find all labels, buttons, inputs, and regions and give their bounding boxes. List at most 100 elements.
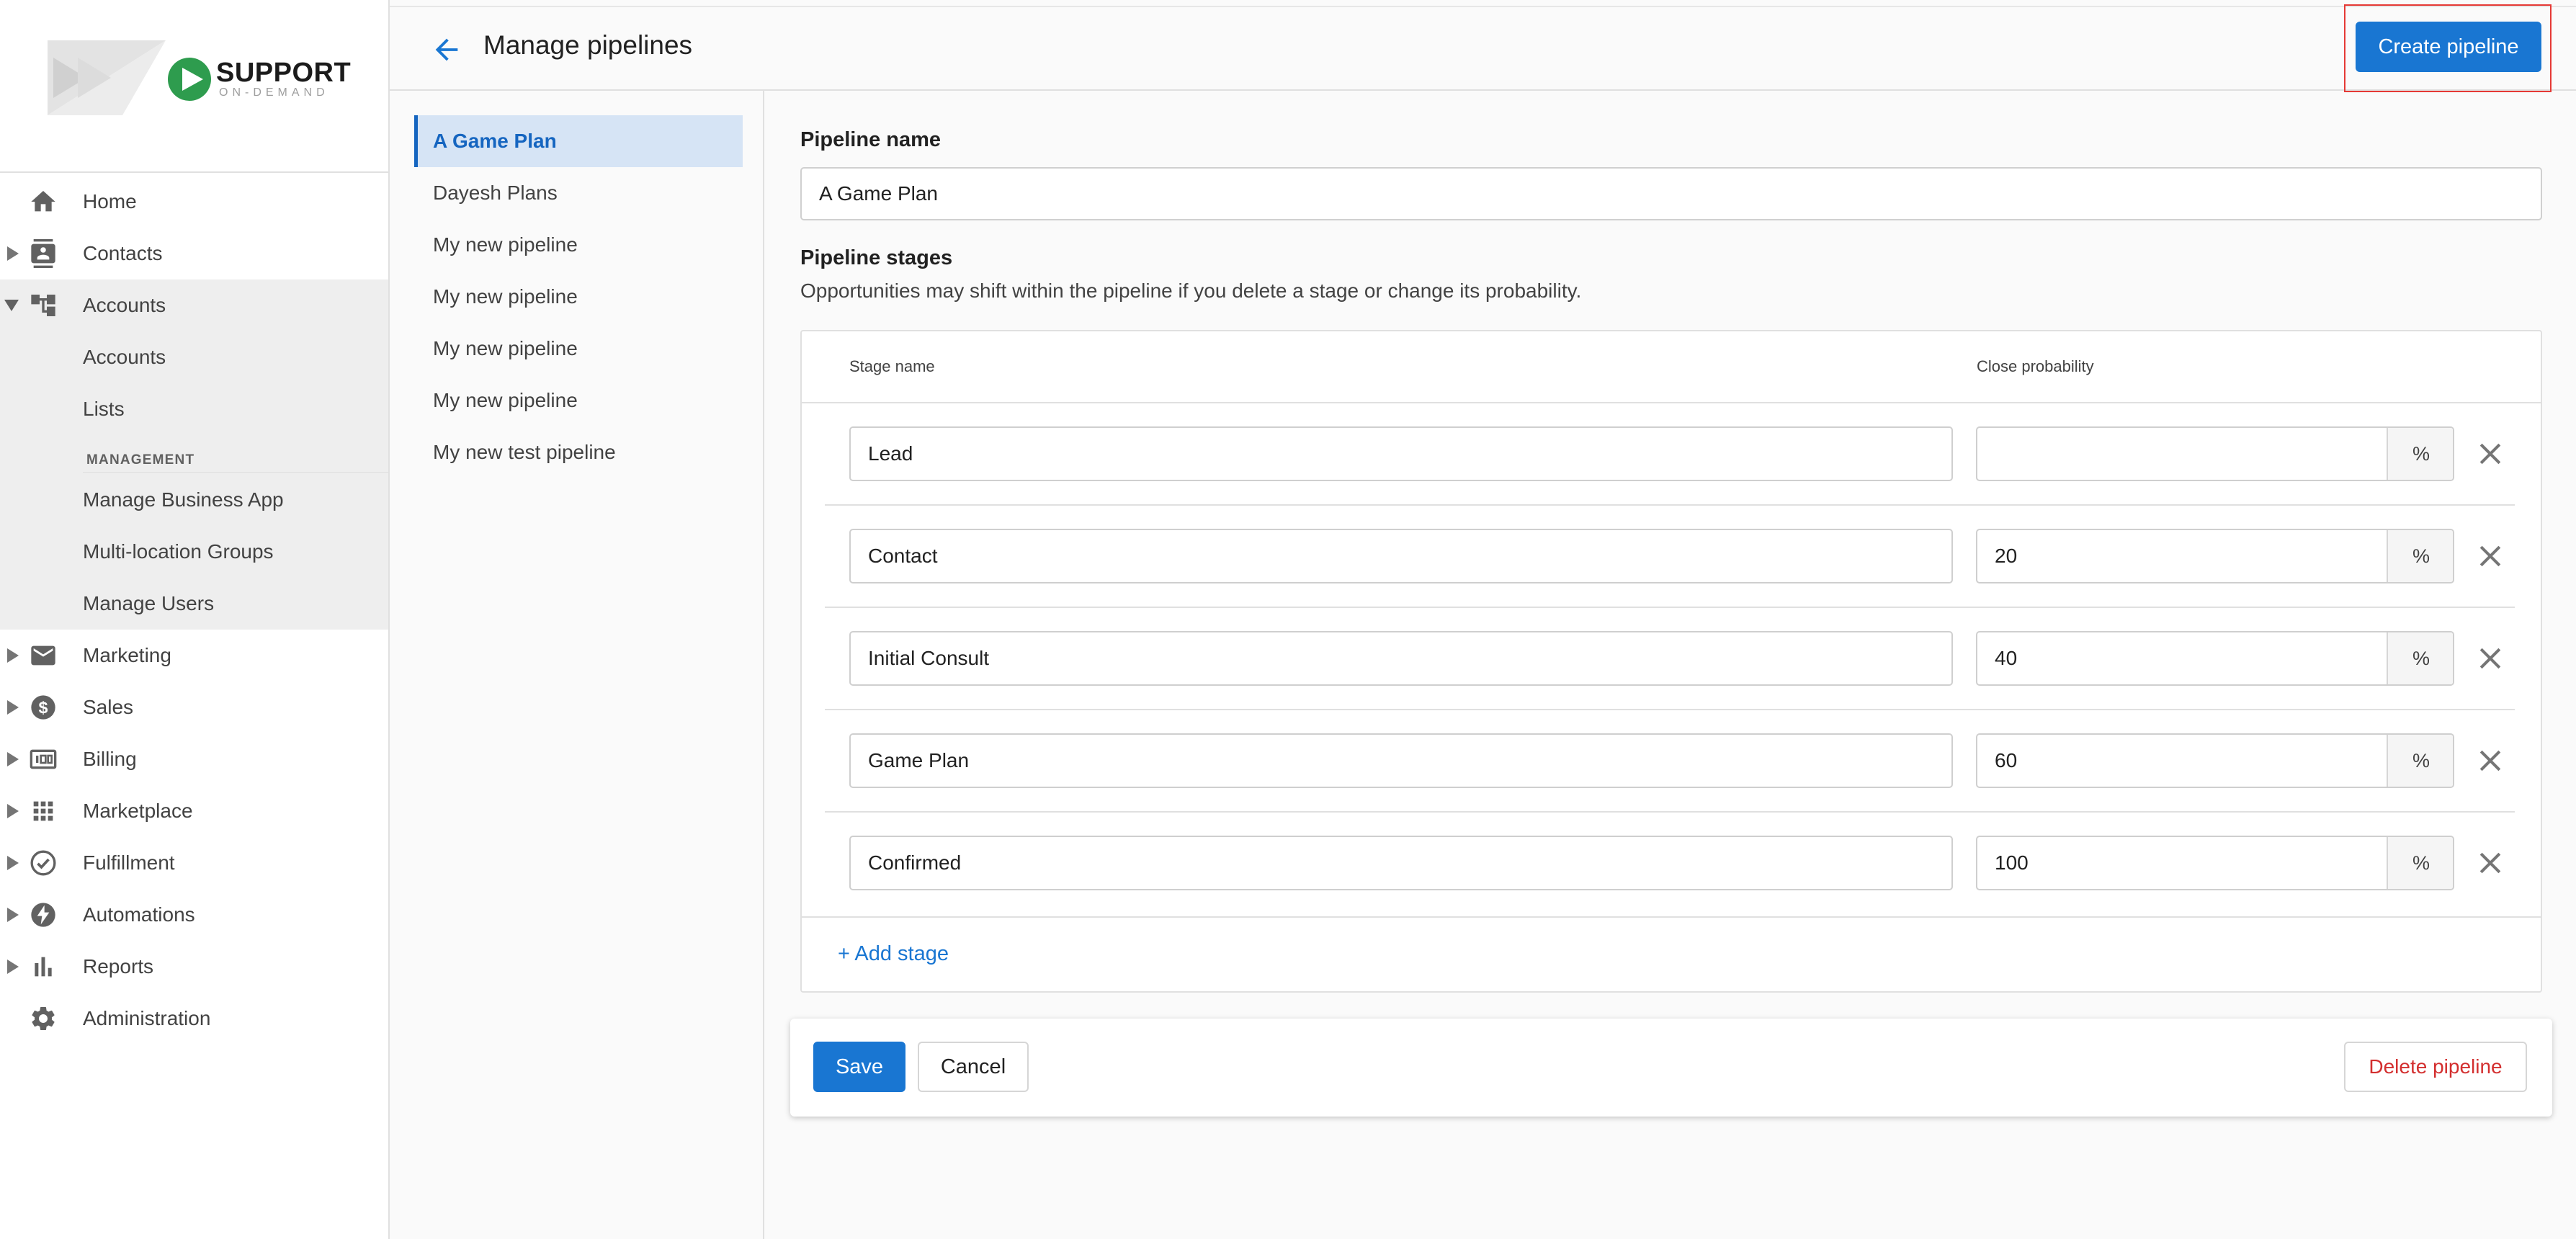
caret-right-icon	[7, 648, 19, 663]
nav-subitem-label: Multi-location Groups	[83, 540, 274, 563]
percent-suffix: %	[2387, 735, 2453, 787]
home-icon	[31, 191, 55, 212]
drag-handle[interactable]	[825, 710, 848, 811]
nav-subitem-label: Lists	[83, 398, 125, 420]
cancel-button[interactable]: Cancel	[918, 1042, 1029, 1092]
nav-item-sales[interactable]: $ Sales	[0, 681, 388, 733]
caret-right-icon	[7, 246, 19, 261]
pipeline-stages-label: Pipeline stages	[800, 246, 953, 269]
drag-handle[interactable]	[825, 506, 848, 607]
management-heading: MANAGEMENT	[86, 452, 195, 468]
pipeline-item[interactable]: My new pipeline	[414, 219, 743, 271]
percent-suffix: %	[2387, 530, 2453, 582]
stages-card: Stage name Close probability % % %	[800, 330, 2542, 993]
probability-input[interactable]	[1977, 632, 2387, 684]
nav-subitem-multi-location-groups[interactable]: Multi-location Groups	[0, 526, 388, 578]
page-title: Manage pipelines	[483, 30, 693, 60]
brand-name: SUPPORT	[216, 58, 352, 88]
nav-item-marketplace[interactable]: Marketplace	[0, 785, 388, 837]
caret-right-icon	[7, 856, 19, 870]
remove-stage-icon[interactable]	[2474, 540, 2506, 572]
caret-right-icon	[7, 960, 19, 974]
nav-subitem-accounts[interactable]: Accounts	[0, 331, 388, 383]
gear-icon	[32, 1007, 55, 1030]
drag-handle[interactable]	[825, 403, 848, 504]
nav-item-label: Automations	[83, 903, 195, 926]
percent-suffix: %	[2387, 632, 2453, 684]
remove-stage-icon[interactable]	[2474, 745, 2506, 777]
dollar-icon: $	[31, 695, 55, 720]
check-circle-icon	[30, 850, 56, 876]
pipeline-name-label: Pipeline name	[800, 128, 942, 151]
nav-item-automations[interactable]: Automations	[0, 889, 388, 941]
remove-stage-icon[interactable]	[2474, 847, 2506, 879]
stage-row: %	[825, 608, 2515, 710]
nav-subitem-label: Manage Business App	[83, 488, 284, 511]
remove-stage-icon[interactable]	[2474, 438, 2506, 470]
nav-item-accounts[interactable]: Accounts	[0, 279, 388, 331]
contacts-icon	[31, 239, 55, 268]
card-footer-divider	[802, 916, 2541, 918]
brand-logo[interactable]: SUPPORT ON-DEMAND	[43, 36, 353, 122]
stage-row: %	[825, 813, 2515, 915]
pipeline-stages-description: Opportunities may shift within the pipel…	[800, 279, 1582, 302]
probability-input[interactable]	[1977, 735, 2387, 787]
stage-row: %	[825, 506, 2515, 608]
management-divider	[83, 472, 388, 473]
stage-name-input[interactable]	[849, 529, 1953, 583]
nav-item-marketing[interactable]: Marketing	[0, 630, 388, 681]
nav-item-label: Marketing	[83, 644, 171, 666]
drag-handle[interactable]	[825, 608, 848, 709]
caret-right-icon	[7, 700, 19, 715]
probability-field: %	[1976, 733, 2454, 788]
nav-item-billing[interactable]: Billing	[0, 733, 388, 785]
percent-suffix: %	[2387, 837, 2453, 889]
probability-input[interactable]	[1977, 837, 2387, 889]
close-probability-column-header: Close probability	[1977, 357, 2094, 375]
probability-input[interactable]	[1977, 428, 2387, 480]
remove-stage-icon[interactable]	[2474, 643, 2506, 674]
mail-icon	[31, 645, 55, 666]
nav-item-contacts[interactable]: Contacts	[0, 228, 388, 279]
drag-handle[interactable]	[825, 813, 848, 913]
stage-name-input[interactable]	[849, 733, 1953, 788]
stage-name-input[interactable]	[849, 836, 1953, 890]
sidebar-nav: SUPPORT ON-DEMAND Home Contacts Accounts…	[0, 0, 390, 1239]
billing-icon	[30, 749, 57, 769]
accounts-icon	[31, 295, 55, 316]
stage-name-input[interactable]	[849, 631, 1953, 686]
nav-item-home[interactable]: Home	[0, 176, 388, 228]
back-arrow-icon[interactable]	[430, 33, 463, 66]
bar-chart-icon	[35, 957, 52, 977]
nav-item-reports[interactable]: Reports	[0, 941, 388, 993]
pipeline-item-my-new-test-pipeline[interactable]: My new test pipeline	[414, 426, 743, 478]
create-pipeline-button[interactable]: Create pipeline	[2356, 22, 2541, 72]
nav-item-label: Accounts	[83, 294, 166, 316]
pipeline-item[interactable]: My new pipeline	[414, 375, 743, 426]
percent-suffix: %	[2387, 428, 2453, 480]
nav-item-label: Contacts	[83, 242, 163, 264]
pipeline-item-dayesh-plans[interactable]: Dayesh Plans	[414, 167, 743, 219]
nav-item-label: Billing	[83, 748, 137, 770]
pipeline-item[interactable]: My new pipeline	[414, 323, 743, 375]
probability-input[interactable]	[1977, 530, 2387, 582]
nav-item-fulfillment[interactable]: Fulfillment	[0, 837, 388, 889]
pipeline-list: A Game Plan Dayesh Plans My new pipeline…	[390, 91, 764, 1239]
delete-pipeline-button[interactable]: Delete pipeline	[2344, 1042, 2527, 1092]
caret-right-icon	[7, 804, 19, 818]
save-button[interactable]: Save	[813, 1042, 905, 1092]
add-stage-link[interactable]: + Add stage	[838, 942, 949, 966]
nav-item-label: Fulfillment	[83, 851, 175, 874]
pipeline-item[interactable]: My new pipeline	[414, 271, 743, 323]
pipeline-name-input[interactable]	[800, 167, 2542, 220]
stage-name-input[interactable]	[849, 426, 1953, 481]
nav-item-administration[interactable]: Administration	[0, 993, 388, 1045]
nav-item-label: Reports	[83, 955, 154, 978]
nav-subitem-manage-business-app[interactable]: Manage Business App	[0, 474, 388, 526]
probability-field: %	[1976, 836, 2454, 890]
probability-field: %	[1976, 631, 2454, 686]
pipeline-item-a-game-plan[interactable]: A Game Plan	[414, 115, 743, 167]
caret-down-icon	[4, 300, 19, 311]
nav-subitem-manage-users[interactable]: Manage Users	[0, 578, 388, 630]
nav-subitem-lists[interactable]: Lists	[0, 383, 388, 435]
